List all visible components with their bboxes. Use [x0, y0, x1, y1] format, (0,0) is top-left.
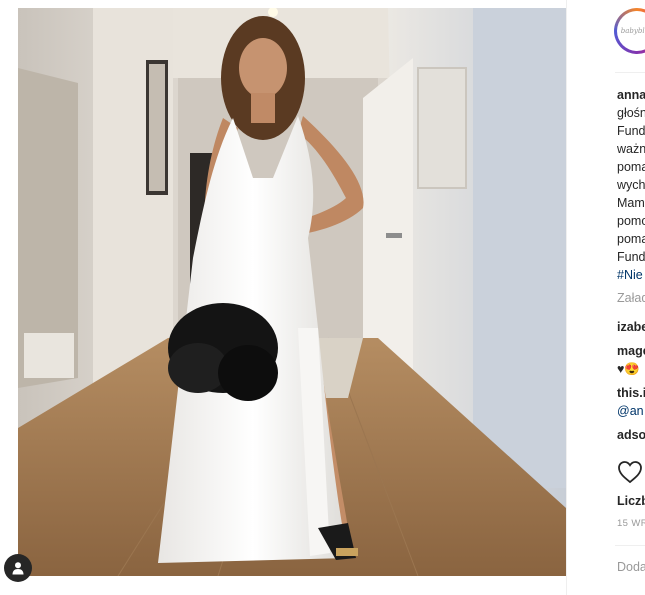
caption-line: Fund	[617, 250, 645, 264]
instagram-post: babyblue anna głośn Fund ważn poma wych …	[0, 0, 645, 595]
caption-line: Fund	[617, 124, 645, 138]
avatar-caption: babyblue	[617, 11, 645, 51]
comment-mention[interactable]: @an	[617, 402, 645, 420]
post-timestamp[interactable]: 15 WR	[617, 518, 645, 529]
post-photo-image	[18, 8, 566, 576]
tagged-users-button[interactable]	[4, 554, 32, 582]
caption-line: ważn	[617, 142, 645, 156]
like-button[interactable]	[617, 460, 643, 484]
caption-line: wych	[617, 178, 645, 192]
caption-author-username[interactable]: anna	[617, 88, 645, 102]
caption-hashtag[interactable]: #Nie	[617, 268, 643, 282]
comment-username[interactable]: adso	[617, 428, 645, 442]
comment: izabe	[617, 318, 645, 336]
comment-text: ♥😍	[617, 362, 640, 376]
caption-line: głośn	[617, 106, 645, 120]
comment: mage ♥😍	[617, 342, 645, 378]
comments-list: izabe mage ♥😍 this.i @an adso	[617, 318, 645, 450]
likes-count[interactable]: Liczb	[617, 494, 645, 508]
caption-line: poma	[617, 160, 645, 174]
post-caption: anna głośn Fund ważn poma wych Mam pomo …	[617, 86, 645, 284]
comment-username[interactable]: this.i	[617, 386, 645, 400]
heart-icon	[618, 461, 642, 484]
post-side-panel: babyblue anna głośn Fund ważn poma wych …	[566, 0, 645, 595]
comment-username[interactable]: izabe	[617, 320, 645, 334]
add-comment-input[interactable]: Doda	[617, 560, 645, 574]
divider	[615, 72, 645, 73]
caption-line: Mam	[617, 196, 645, 210]
comment: adso	[617, 426, 645, 444]
comment: this.i @an	[617, 384, 645, 420]
comment-username[interactable]: mage	[617, 344, 645, 358]
caption-line: poma	[617, 232, 645, 246]
post-photo[interactable]	[18, 8, 566, 576]
load-more-comments-button[interactable]: Załad	[617, 291, 645, 305]
user-icon	[12, 562, 24, 575]
caption-line: pomo	[617, 214, 645, 228]
divider	[615, 545, 645, 546]
author-avatar[interactable]: babyblue	[614, 8, 645, 54]
